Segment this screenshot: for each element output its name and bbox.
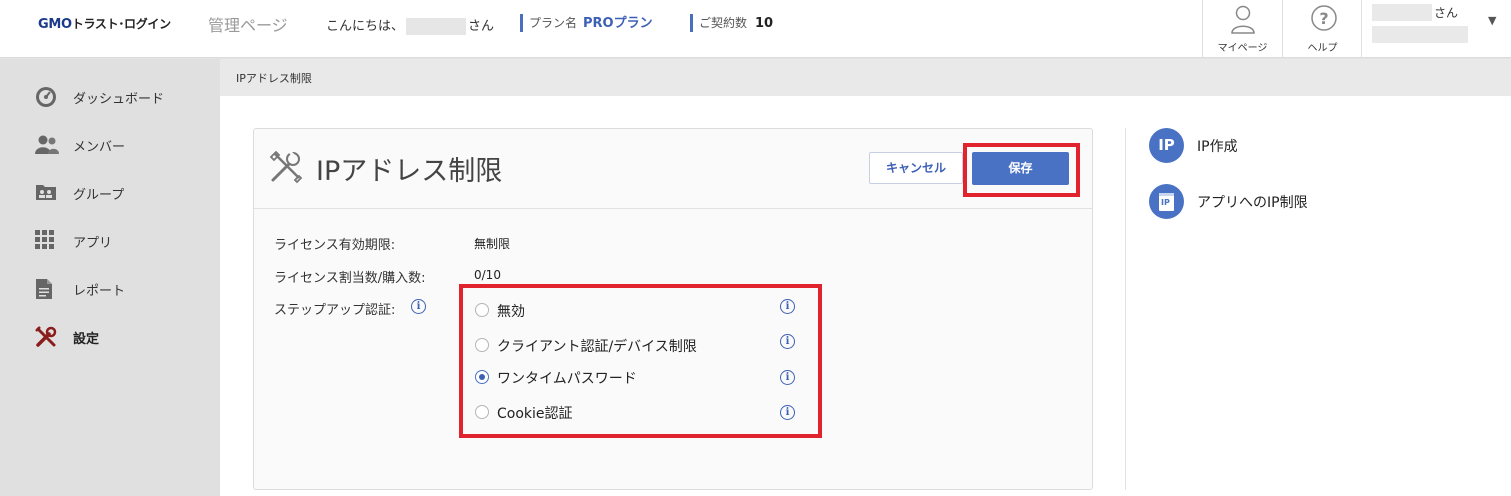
ip-badge-icon: IP bbox=[1149, 128, 1184, 163]
license-count-value: 0/10 bbox=[474, 268, 501, 282]
help-button[interactable]: ? ヘルプ bbox=[1282, 0, 1362, 58]
sidebar-item-members[interactable]: メンバー bbox=[0, 125, 220, 165]
members-icon bbox=[35, 135, 59, 154]
page-title: IPアドレス制限 bbox=[316, 156, 503, 187]
user-icon bbox=[1231, 5, 1255, 34]
radio-label-cookie[interactable]: Cookie認証 bbox=[497, 403, 573, 423]
info-icon[interactable]: i bbox=[411, 299, 426, 314]
chevron-down-icon[interactable]: ▼ bbox=[1488, 14, 1496, 27]
radio-otp[interactable] bbox=[475, 370, 489, 384]
greeting-suffix: さん bbox=[468, 19, 495, 34]
plan-info: プラン名 PROプラン bbox=[520, 14, 653, 32]
license-expiry-value: 無制限 bbox=[474, 237, 511, 251]
panel-divider bbox=[1125, 128, 1126, 490]
sidebar-item-dashboard[interactable]: ダッシュボード bbox=[0, 77, 220, 117]
help-icon: ? bbox=[1311, 5, 1337, 31]
group-icon bbox=[36, 185, 56, 200]
info-icon[interactable]: i bbox=[780, 405, 795, 420]
contracts-info: ご契約数 10 bbox=[690, 14, 773, 32]
logo[interactable]: GMOトラスト･ログイン bbox=[38, 15, 171, 32]
logo-text: トラスト･ログイン bbox=[71, 17, 171, 31]
tools-icon bbox=[269, 150, 303, 184]
contracts-value: 10 bbox=[755, 16, 774, 31]
info-icon[interactable]: i bbox=[780, 299, 795, 314]
sidebar-item-report[interactable]: レポート bbox=[0, 269, 220, 309]
save-button[interactable]: 保存 bbox=[972, 152, 1069, 185]
sidebar-item-apps[interactable]: アプリ bbox=[0, 221, 220, 261]
svg-text:?: ? bbox=[1319, 9, 1328, 28]
radio-label-disabled[interactable]: 無効 bbox=[497, 301, 525, 321]
mypage-label: マイページ bbox=[1217, 43, 1268, 54]
greeting-prefix: こんにちは、 bbox=[326, 19, 405, 34]
radio-cookie[interactable] bbox=[475, 405, 489, 419]
apps-grid-icon bbox=[35, 230, 54, 249]
logo-brand: GMO bbox=[38, 17, 72, 32]
greeting: こんにちは、 さん bbox=[326, 15, 494, 35]
info-icon[interactable]: i bbox=[780, 370, 795, 385]
stepup-auth-label: ステップアップ認証: bbox=[274, 303, 396, 318]
redacted-user-detail bbox=[1372, 26, 1468, 43]
app-ip-badge-text: IP bbox=[1161, 198, 1170, 207]
plan-label: プラン名 bbox=[529, 16, 578, 30]
sidebar-item-label: メンバー bbox=[73, 140, 126, 155]
redacted-user-name bbox=[1372, 4, 1432, 21]
redacted-user-name bbox=[406, 18, 467, 35]
radio-label-client-cert[interactable]: クライアント認証/デバイス制限 bbox=[497, 336, 697, 356]
plan-value: PROプラン bbox=[583, 16, 653, 31]
sidebar-item-group[interactable]: グループ bbox=[0, 173, 220, 213]
ip-restriction-card: IPアドレス制限 キャンセル 保存 ライセンス有効期限: 無制限 ライセンス割当… bbox=[253, 128, 1093, 490]
help-label: ヘルプ bbox=[1307, 43, 1338, 54]
sidebar: ダッシュボード メンバー グループ アプリ レポート 設定 bbox=[0, 59, 220, 496]
breadcrumb-current: IPアドレス制限 bbox=[236, 72, 312, 85]
app-ip-restriction-label[interactable]: アプリへのIP制限 bbox=[1197, 192, 1308, 212]
sidebar-item-settings[interactable]: 設定 bbox=[0, 317, 220, 357]
sidebar-item-label: アプリ bbox=[73, 236, 113, 251]
user-menu[interactable]: さん ▼ bbox=[1361, 0, 1511, 58]
info-icon[interactable]: i bbox=[780, 334, 795, 349]
user-suffix: さん bbox=[1434, 6, 1459, 20]
radio-label-otp[interactable]: ワンタイムパスワード bbox=[497, 368, 637, 388]
ip-create-link[interactable]: IP IP作成 bbox=[1149, 128, 1469, 164]
sidebar-item-label: グループ bbox=[73, 188, 125, 203]
sidebar-item-label: レポート bbox=[73, 284, 126, 299]
breadcrumb: IPアドレス制限 bbox=[220, 59, 1511, 96]
top-header: GMOトラスト･ログイン 管理ページ こんにちは、 さん プラン名 PROプラン ご… bbox=[0, 0, 1511, 58]
radio-disabled[interactable] bbox=[475, 303, 489, 317]
cancel-button[interactable]: キャンセル bbox=[869, 152, 963, 184]
mypage-button[interactable]: マイページ bbox=[1202, 0, 1282, 58]
sidebar-item-label: ダッシュボード bbox=[73, 92, 165, 107]
admin-page-label: 管理ページ bbox=[208, 16, 288, 35]
license-expiry-label: ライセンス有効期限: bbox=[274, 238, 396, 253]
license-count-label: ライセンス割当数/購入数: bbox=[274, 271, 426, 286]
card-header: IPアドレス制限 キャンセル 保存 bbox=[254, 129, 1092, 209]
contracts-label: ご契約数 bbox=[699, 16, 748, 30]
report-icon bbox=[36, 279, 52, 299]
sidebar-item-label: 設定 bbox=[73, 332, 100, 347]
tools-icon bbox=[35, 326, 57, 347]
radio-client-cert[interactable] bbox=[475, 338, 489, 352]
dashboard-icon bbox=[36, 87, 56, 107]
ip-create-label[interactable]: IP作成 bbox=[1197, 136, 1238, 156]
app-ip-restriction-link[interactable]: IP アプリへのIP制限 bbox=[1149, 184, 1469, 220]
